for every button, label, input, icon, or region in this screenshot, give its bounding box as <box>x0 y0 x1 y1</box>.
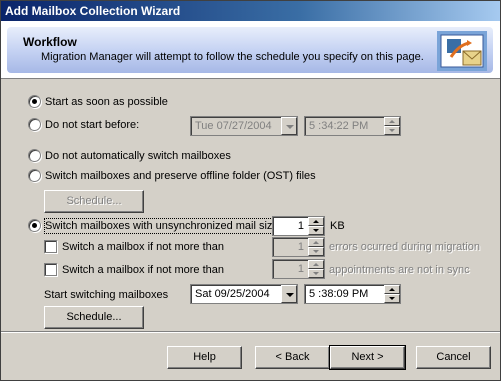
next-button[interactable]: Next > <box>329 345 406 370</box>
spin-up-icon[interactable] <box>308 260 324 269</box>
window-title: Add Mailbox Collection Wizard <box>5 4 181 18</box>
errors-count-stepper[interactable]: 1 <box>272 237 325 257</box>
spin-down-icon[interactable] <box>384 294 400 303</box>
start-asap-label[interactable]: Start as soon as possible <box>45 95 168 109</box>
switch-preserve-ost-label[interactable]: Switch mailboxes and preserve offline fo… <box>45 169 316 183</box>
switch-unsync-radio[interactable] <box>28 219 41 232</box>
time-spinner[interactable] <box>384 117 400 135</box>
spin-down-icon[interactable] <box>308 247 324 256</box>
switch-if-errors-checkbox[interactable] <box>44 240 57 253</box>
switch-date-picker[interactable]: Sat 09/25/2004 <box>190 284 298 304</box>
appointments-count-stepper[interactable]: 1 <box>272 259 325 279</box>
switch-if-errors-label[interactable]: Switch a mailbox if not more than <box>62 240 224 254</box>
footer-divider <box>1 331 500 333</box>
unsync-size-value: 1 <box>297 220 304 232</box>
size-spinner[interactable] <box>308 217 324 235</box>
switch-time-value: 5 :38:09 PM <box>309 288 369 300</box>
chevron-down-icon[interactable] <box>281 285 297 303</box>
cancel-button[interactable]: Cancel <box>416 346 491 369</box>
wizard-window: Add Mailbox Collection Wizard Workflow M… <box>0 0 501 381</box>
schedule-button-disabled[interactable]: Schedule... <box>44 190 144 213</box>
do-not-start-before-radio[interactable] <box>28 118 41 131</box>
errors-spinner[interactable] <box>308 238 324 256</box>
spin-down-icon[interactable] <box>384 126 400 135</box>
switch-date-value: Sat 09/25/2004 <box>195 288 270 300</box>
spin-up-icon[interactable] <box>384 117 400 126</box>
start-asap-radio[interactable] <box>28 95 41 108</box>
appointments-count-value: 1 <box>297 263 304 275</box>
no-auto-switch-label[interactable]: Do not automatically switch mailboxes <box>45 149 231 163</box>
not-before-time-value: 5 :34:22 PM <box>309 120 369 132</box>
help-button[interactable]: Help <box>167 346 242 369</box>
appointments-spinner[interactable] <box>308 260 324 278</box>
switch-if-appointments-checkbox[interactable] <box>44 263 57 276</box>
unsync-size-stepper[interactable]: 1 <box>272 216 325 236</box>
spin-down-icon[interactable] <box>308 269 324 278</box>
chevron-down-icon[interactable] <box>281 117 297 135</box>
do-not-start-before-label[interactable]: Do not start before: <box>45 118 139 132</box>
spin-up-icon[interactable] <box>308 238 324 247</box>
mailbox-envelope-icon <box>437 31 487 71</box>
spin-up-icon[interactable] <box>384 285 400 294</box>
switch-if-appointments-label[interactable]: Switch a mailbox if not more than <box>62 263 224 277</box>
switch-preserve-ost-radio[interactable] <box>28 169 41 182</box>
header-band <box>7 27 493 73</box>
switch-time-spinner[interactable] <box>384 285 400 303</box>
page-title: Workflow <box>23 35 77 49</box>
switch-unsync-label[interactable]: Switch mailboxes with unsynchronized mai… <box>44 218 283 234</box>
title-bar: Add Mailbox Collection Wizard <box>1 1 500 21</box>
errors-suffix-label: errors ocurred during migration <box>329 241 481 253</box>
schedule-button[interactable]: Schedule... <box>44 306 144 329</box>
switch-time-stepper[interactable]: 5 :38:09 PM <box>304 284 401 304</box>
spin-down-icon[interactable] <box>308 226 324 235</box>
errors-count-value: 1 <box>297 241 304 253</box>
not-before-date-picker[interactable]: Tue 07/27/2004 <box>190 116 298 136</box>
back-button[interactable]: < Back <box>255 346 330 369</box>
appointments-suffix-label: appointments are not in sync <box>329 264 470 276</box>
spin-up-icon[interactable] <box>308 217 324 226</box>
wizard-header: Workflow Migration Manager will attempt … <box>1 21 500 79</box>
kb-unit-label: KB <box>330 220 345 232</box>
page-description: Migration Manager will attempt to follow… <box>41 51 424 63</box>
not-before-date-value: Tue 07/27/2004 <box>195 120 272 132</box>
start-switching-label: Start switching mailboxes <box>44 289 169 301</box>
no-auto-switch-radio[interactable] <box>28 149 41 162</box>
not-before-time-stepper[interactable]: 5 :34:22 PM <box>304 116 401 136</box>
